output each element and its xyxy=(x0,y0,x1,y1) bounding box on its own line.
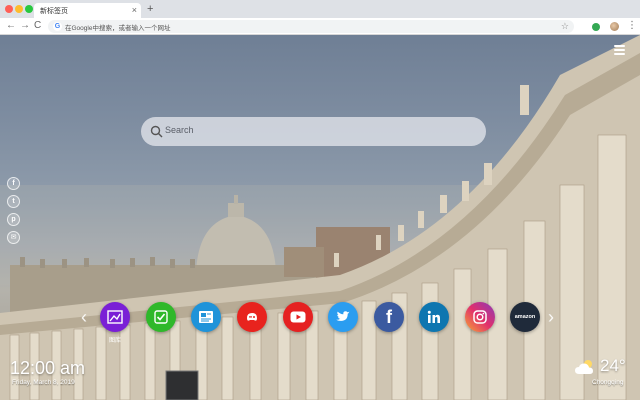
facebook-icon[interactable]: f xyxy=(7,177,20,190)
twitter-dial[interactable] xyxy=(328,302,358,332)
maximize-window-button[interactable] xyxy=(25,5,33,13)
checkbox-icon xyxy=(154,310,168,324)
search-placeholder: Search xyxy=(165,125,194,135)
gallery-dial[interactable] xyxy=(100,302,130,332)
twitter-icon[interactable]: t xyxy=(7,195,20,208)
browser-menu-icon[interactable]: ⋮ xyxy=(627,19,637,33)
gallery-dial-label: 图库 xyxy=(108,338,121,344)
news-icon xyxy=(199,311,213,323)
extension-icon[interactable] xyxy=(592,23,600,31)
address-bar-placeholder: 在Google中搜索，或者输入一个网址 xyxy=(65,25,171,32)
facebook-dial[interactable]: f xyxy=(374,302,404,332)
instagram-icon xyxy=(473,310,487,324)
instagram-dial[interactable] xyxy=(465,302,495,332)
link-icon[interactable]: ✉ xyxy=(7,231,20,244)
weather-city: Chongqing xyxy=(592,379,624,386)
weather-temperature: 24° xyxy=(600,356,626,375)
background-image xyxy=(0,35,640,400)
twitter-bird-icon xyxy=(336,311,350,321)
bookmark-star-icon[interactable]: ☆ xyxy=(561,20,569,33)
tab-new-tab[interactable]: 新标签页 × xyxy=(34,3,141,18)
google-icon: G xyxy=(53,22,62,31)
amazon-dial[interactable]: amazon xyxy=(510,302,540,332)
linkedin-icon xyxy=(427,310,440,323)
address-bar[interactable]: G 在Google中搜索，或者输入一个网址 ☆ xyxy=(48,20,574,33)
youtube-icon xyxy=(290,311,306,323)
profile-avatar[interactable] xyxy=(610,22,619,31)
carousel-prev-icon[interactable]: ‹ xyxy=(81,307,87,327)
game-dial[interactable] xyxy=(237,302,267,332)
forward-button[interactable]: → xyxy=(20,19,30,33)
pinterest-icon[interactable]: p xyxy=(7,213,20,226)
minimize-window-button[interactable] xyxy=(15,5,23,13)
back-button[interactable]: ← xyxy=(6,19,16,33)
tab-title: 新标签页 xyxy=(40,8,68,15)
carousel-next-icon[interactable]: › xyxy=(548,307,554,327)
clock-time: 12:00 am xyxy=(10,358,86,378)
settings-menu-icon[interactable] xyxy=(614,45,625,55)
search-box[interactable]: Search xyxy=(141,117,486,146)
close-window-button[interactable] xyxy=(5,5,13,13)
clock-date: Friday, March 8, 2019 xyxy=(12,379,75,386)
news-dial[interactable] xyxy=(191,302,221,332)
search-icon xyxy=(150,125,163,138)
reload-button[interactable]: C xyxy=(34,19,41,33)
linkedin-dial[interactable] xyxy=(419,302,449,332)
tab-close-icon[interactable]: × xyxy=(132,4,137,16)
checkbox-dial[interactable] xyxy=(146,302,176,332)
image-icon xyxy=(107,310,123,324)
gamepad-icon xyxy=(247,313,257,321)
new-tab-page: Search f t p ✉ ‹ › 图库 f amazon 12:00 am … xyxy=(0,35,640,400)
amazon-label: amazon xyxy=(514,314,536,320)
cloudy-sun-icon xyxy=(575,360,593,374)
new-tab-button[interactable]: + xyxy=(147,2,153,16)
facebook-f-icon: f xyxy=(386,306,392,327)
tab-strip: 新标签页 × + xyxy=(0,0,640,18)
browser-toolbar: ← → C G 在Google中搜索，或者输入一个网址 ☆ ⋮ xyxy=(0,18,640,35)
youtube-dial[interactable] xyxy=(283,302,313,332)
